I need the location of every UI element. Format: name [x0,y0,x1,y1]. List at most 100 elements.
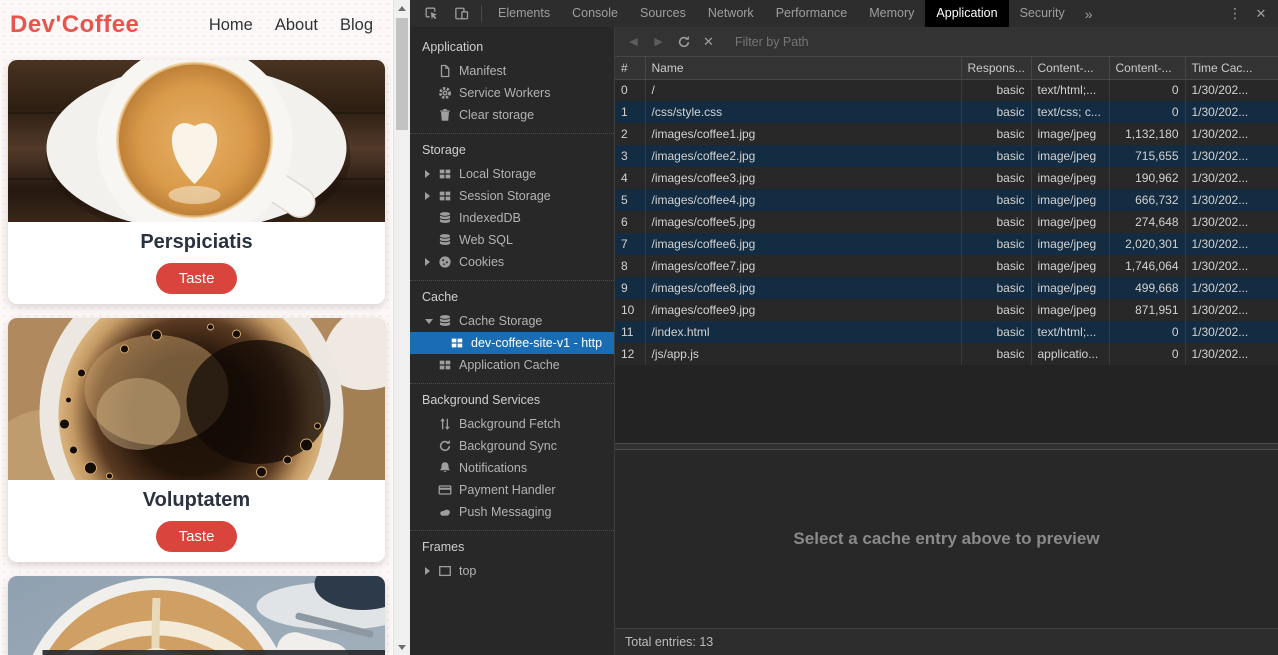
table-row[interactable]: 9/images/coffee8.jpgbasicimage/jpeg499,6… [615,277,1278,299]
sidebar-item-dev-coffee-site-v1-http[interactable]: dev-coffee-site-v1 - http [410,332,614,354]
sidebar-item-application-cache[interactable]: Application Cache [410,354,614,376]
sidebar-item-top[interactable]: top [410,560,614,582]
table-cell: 6 [615,211,645,233]
sidebar-item-clear-storage[interactable]: Clear storage [410,104,614,126]
page-scrollbar[interactable] [393,0,410,655]
table-cell: /images/coffee2.jpg [645,145,961,167]
table-row[interactable]: 6/images/coffee5.jpgbasicimage/jpeg274,6… [615,211,1278,233]
sidebar-item-web-sql[interactable]: Web SQL [410,229,614,251]
table-row[interactable]: 10/images/coffee9.jpgbasicimage/jpeg871,… [615,299,1278,321]
column-header-index[interactable]: # [615,57,645,79]
table-cell: text/html;... [1031,321,1109,343]
sidebar-item-label: Push Messaging [459,505,551,519]
sidebar-item-label: Payment Handler [459,483,556,497]
taste-button[interactable]: Taste [156,521,238,552]
table-cell: basic [961,343,1031,365]
sidebar-item-indexeddb[interactable]: IndexedDB [410,207,614,229]
panel-splitter[interactable] [615,443,1278,450]
more-tabs-icon[interactable]: » [1076,6,1102,22]
column-header-response-type[interactable]: Respons... [961,57,1031,79]
table-cell: 715,655 [1109,145,1185,167]
tab-security[interactable]: Security [1009,0,1076,27]
sidebar-section-title: Background Services [410,384,614,413]
table-row[interactable]: 8/images/coffee7.jpgbasicimage/jpeg1,746… [615,255,1278,277]
tab-elements[interactable]: Elements [487,0,561,27]
sidebar-item-manifest[interactable]: Manifest [410,60,614,82]
sidebar-item-background-sync[interactable]: Background Sync [410,435,614,457]
sidebar-item-notifications[interactable]: Notifications [410,457,614,479]
back-icon[interactable]: ◀ [621,27,646,57]
table-cell: 8 [615,255,645,277]
inspect-element-icon[interactable] [416,0,446,27]
chevron-right-icon[interactable] [425,567,438,575]
chevron-right-icon[interactable] [425,258,438,266]
table-cell: 1/30/202... [1185,255,1278,277]
table-row[interactable]: 11/index.htmlbasictext/html;...01/30/202… [615,321,1278,343]
scrollbar-thumb[interactable] [396,18,408,130]
scroll-up-arrow-icon[interactable] [394,0,410,16]
table-icon [450,336,464,350]
table-cell: text/html;... [1031,79,1109,101]
sidebar-item-cache-storage[interactable]: Cache Storage [410,310,614,332]
column-header-name[interactable]: Name [645,57,961,79]
device-toolbar-icon[interactable] [446,0,476,27]
coffee-card: Voluptatem Taste [8,318,385,562]
filter-by-path-input[interactable] [735,35,1278,49]
column-header-content-type[interactable]: Content-... [1031,57,1109,79]
column-header-time-cached[interactable]: Time Cac... [1185,57,1278,79]
table-row[interactable]: 2/images/coffee1.jpgbasicimage/jpeg1,132… [615,123,1278,145]
clear-icon[interactable]: ✕ [696,27,721,57]
table-row[interactable]: 7/images/coffee6.jpgbasicimage/jpeg2,020… [615,233,1278,255]
column-header-content-length[interactable]: Content-... [1109,57,1185,79]
table-row[interactable]: 0/basictext/html;...01/30/202... [615,79,1278,101]
tab-network[interactable]: Network [697,0,765,27]
table-row[interactable]: 12/js/app.jsbasicapplicatio...01/30/202.… [615,343,1278,365]
sidebar-item-local-storage[interactable]: Local Storage [410,163,614,185]
tab-console[interactable]: Console [561,0,629,27]
sidebar-item-push-messaging[interactable]: Push Messaging [410,501,614,523]
table-cell: /images/coffee9.jpg [645,299,961,321]
coffee-card-title: Perspiciatis [8,230,385,254]
menu-icon[interactable]: ⋮ [1222,5,1248,22]
sidebar-item-payment-handler[interactable]: Payment Handler [410,479,614,501]
website-pane: Dev'Coffee Home About Blog [0,0,393,655]
tab-application[interactable]: Application [925,0,1008,27]
table-cell: 1/30/202... [1185,211,1278,233]
chevron-down-icon[interactable] [425,319,438,324]
scroll-down-arrow-icon[interactable] [394,639,410,655]
table-row[interactable]: 4/images/coffee3.jpgbasicimage/jpeg190,9… [615,167,1278,189]
nav-link-about[interactable]: About [275,16,318,35]
table-cell: /images/coffee5.jpg [645,211,961,233]
table-row[interactable]: 3/images/coffee2.jpgbasicimage/jpeg715,6… [615,145,1278,167]
sidebar-item-cookies[interactable]: Cookies [410,251,614,273]
chevron-right-icon[interactable] [425,170,438,178]
table-cell: 1 [615,101,645,123]
table-row[interactable]: 5/images/coffee4.jpgbasicimage/jpeg666,7… [615,189,1278,211]
table-row[interactable]: 1/css/style.cssbasictext/css; c...01/30/… [615,101,1278,123]
table-cell: /images/coffee3.jpg [645,167,961,189]
tab-sources[interactable]: Sources [629,0,697,27]
table-cell: image/jpeg [1031,255,1109,277]
forward-icon[interactable]: ▶ [646,27,671,57]
sidebar-section: CacheCache Storagedev-coffee-site-v1 - h… [410,280,614,383]
taste-button[interactable]: Taste [156,263,238,294]
table-cell: 2,020,301 [1109,233,1185,255]
sidebar-section: StorageLocal StorageSession StorageIndex… [410,133,614,280]
chevron-right-icon[interactable] [425,192,438,200]
tab-memory[interactable]: Memory [858,0,925,27]
sidebar-item-session-storage[interactable]: Session Storage [410,185,614,207]
nav-link-home[interactable]: Home [209,16,253,35]
table-cell: image/jpeg [1031,211,1109,233]
cache-toolbar: ◀ ▶ ✕ [615,27,1278,57]
site-logo[interactable]: Dev'Coffee [10,11,139,39]
nav-link-blog[interactable]: Blog [340,16,373,35]
tab-performance[interactable]: Performance [765,0,859,27]
sidebar-section-title: Storage [410,134,614,163]
devtools-body: ApplicationManifestService WorkersClear … [410,27,1278,655]
table-cell: /images/coffee8.jpg [645,277,961,299]
sidebar-item-service-workers[interactable]: Service Workers [410,82,614,104]
close-icon[interactable]: ✕ [1248,6,1278,22]
sidebar-item-background-fetch[interactable]: Background Fetch [410,413,614,435]
refresh-icon[interactable] [671,27,696,57]
coffee-card [8,576,385,655]
